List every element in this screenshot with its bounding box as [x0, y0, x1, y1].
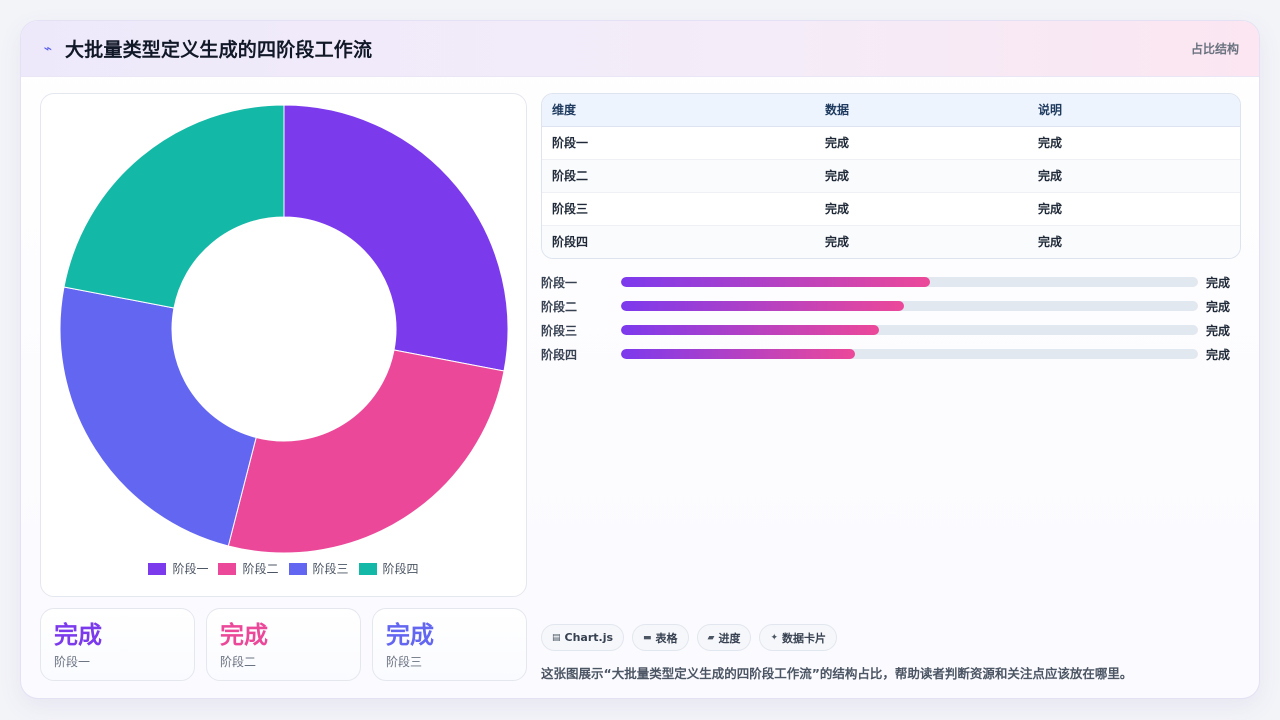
table-cell: 完成 [1038, 136, 1063, 150]
chip-chartjs[interactable]: ▤ Chart.js [541, 624, 625, 651]
legend-item-stage4[interactable]: 阶段四 [358, 560, 419, 577]
donut-slice-3[interactable] [59, 286, 257, 547]
progress-fill [621, 277, 930, 287]
legend-label: 阶段二 [242, 562, 279, 576]
title-group: ⌁ 大批量类型定义生成的四阶段工作流 [41, 35, 372, 62]
progress-track [621, 349, 1198, 359]
tag-chips: ▤ Chart.js ▬ 表格 ▰ 进度 ✦ 数据卡片 [541, 624, 838, 651]
column-header: 数据 [815, 94, 1028, 127]
bolt-icon: ⌁ [43, 40, 53, 57]
table-cell: 完成 [825, 136, 850, 150]
chip-progress[interactable]: ▰ 进度 [696, 624, 752, 651]
legend-swatch [358, 562, 377, 575]
progress-label: 阶段一 [541, 275, 578, 290]
table-row: 阶段一 完成 完成 [542, 126, 1240, 159]
description-text: 这张图展示“大批量类型定义生成的四阶段工作流”的结构占比，帮助读者判断资源和关注… [541, 666, 1133, 681]
table-icon: ▬ [643, 632, 652, 643]
progress-row: 阶段一 完成 [541, 270, 1241, 294]
progress-track [621, 325, 1198, 335]
donut-slice-4[interactable] [63, 104, 285, 309]
table-cell: 完成 [1028, 224, 1240, 258]
stat-label: 阶段三 [386, 655, 423, 669]
chip-table[interactable]: ▬ 表格 [632, 624, 689, 651]
progress-value: 完成 [1206, 299, 1231, 314]
chip-label: 进度 [718, 631, 741, 645]
legend-label: 阶段三 [312, 562, 349, 576]
stat-card-stage1: 完成 阶段一 [40, 608, 195, 681]
chip-label: Chart.js [564, 631, 614, 644]
table-cell: 阶段四 [542, 224, 815, 258]
stat-label: 阶段一 [54, 655, 91, 669]
progress-row: 阶段三 完成 [541, 318, 1241, 342]
progress-track [621, 301, 1198, 311]
progress-row: 阶段二 完成 [541, 294, 1241, 318]
progress-fill [621, 301, 905, 311]
legend-swatch [148, 562, 167, 575]
chip-data-card[interactable]: ✦ 数据卡片 [759, 624, 838, 651]
table-cell: 完成 [1028, 191, 1240, 225]
legend-item-stage2[interactable]: 阶段二 [218, 560, 279, 577]
progress-fill [621, 349, 855, 359]
workflow-card: ⌁ 大批量类型定义生成的四阶段工作流 占比结构 阶段一 阶段二 阶段三 阶段四 [20, 20, 1260, 699]
chip-label: 数据卡片 [782, 631, 827, 645]
progress-value: 完成 [1206, 347, 1231, 362]
progress-label: 阶段二 [541, 299, 578, 314]
stat-value: 完成 [54, 621, 102, 649]
table-row: 阶段二 完成 完成 [542, 158, 1240, 192]
chart-icon: ▤ [552, 632, 561, 643]
legend-label: 阶段四 [382, 562, 419, 576]
card-header: ⌁ 大批量类型定义生成的四阶段工作流 占比结构 [21, 21, 1259, 77]
progress-label: 阶段四 [541, 347, 578, 362]
progress-icon: ▰ [707, 632, 715, 643]
legend-label: 阶段一 [172, 562, 209, 576]
chart-panel: 阶段一 阶段二 阶段三 阶段四 [40, 93, 527, 597]
stat-card-stage3: 完成 阶段三 [372, 608, 527, 681]
stat-value: 完成 [220, 621, 268, 649]
sparkle-icon: ✦ [770, 632, 779, 643]
table-row: 阶段三 完成 完成 [542, 191, 1240, 225]
legend-item-stage3[interactable]: 阶段三 [288, 560, 349, 577]
donut-chart [59, 104, 509, 554]
legend-swatch [218, 562, 237, 575]
table-cell: 完成 [815, 158, 1028, 192]
table-cell: 完成 [815, 224, 1028, 258]
table-cell: 阶段一 [552, 136, 589, 150]
progress-list: 阶段一 完成 阶段二 完成 阶段三 完成 阶段四 完成 [541, 270, 1241, 366]
stat-card-stage2: 完成 阶段二 [206, 608, 361, 681]
table-cell: 阶段三 [542, 191, 815, 225]
progress-row: 阶段四 完成 [541, 342, 1241, 366]
legend-item-stage1[interactable]: 阶段一 [148, 560, 208, 577]
header-tag: 占比结构 [1190, 42, 1239, 56]
stat-cards: 完成 阶段一 完成 阶段二 完成 阶段三 [40, 608, 527, 681]
legend-swatch [288, 562, 307, 575]
column-header: 说明 [1028, 94, 1240, 127]
page-title: 大批量类型定义生成的四阶段工作流 [65, 39, 373, 61]
progress-track [621, 277, 1198, 287]
stat-label: 阶段二 [220, 655, 257, 669]
progress-label: 阶段三 [541, 323, 578, 338]
column-header: 维度 [542, 94, 815, 127]
progress-fill [621, 325, 880, 335]
table-cell: 完成 [1028, 158, 1240, 192]
stat-value: 完成 [386, 621, 434, 649]
data-table: 维度 数据 说明 阶段一 完成 完成 阶段二 完成 完成 阶段三 完成 完成 阶… [541, 93, 1241, 259]
table-cell: 完成 [815, 191, 1028, 225]
progress-value: 完成 [1206, 275, 1231, 290]
chart-legend: 阶段一 阶段二 阶段三 阶段四 [41, 560, 526, 577]
donut-slice-2[interactable] [227, 349, 505, 554]
progress-value: 完成 [1206, 323, 1231, 338]
chip-label: 表格 [655, 631, 678, 645]
table-header-row: 维度 数据 说明 [542, 94, 1240, 127]
donut-slice-1[interactable] [283, 104, 509, 372]
table-cell: 阶段二 [542, 158, 815, 192]
table-row: 阶段四 完成 完成 [542, 224, 1240, 258]
